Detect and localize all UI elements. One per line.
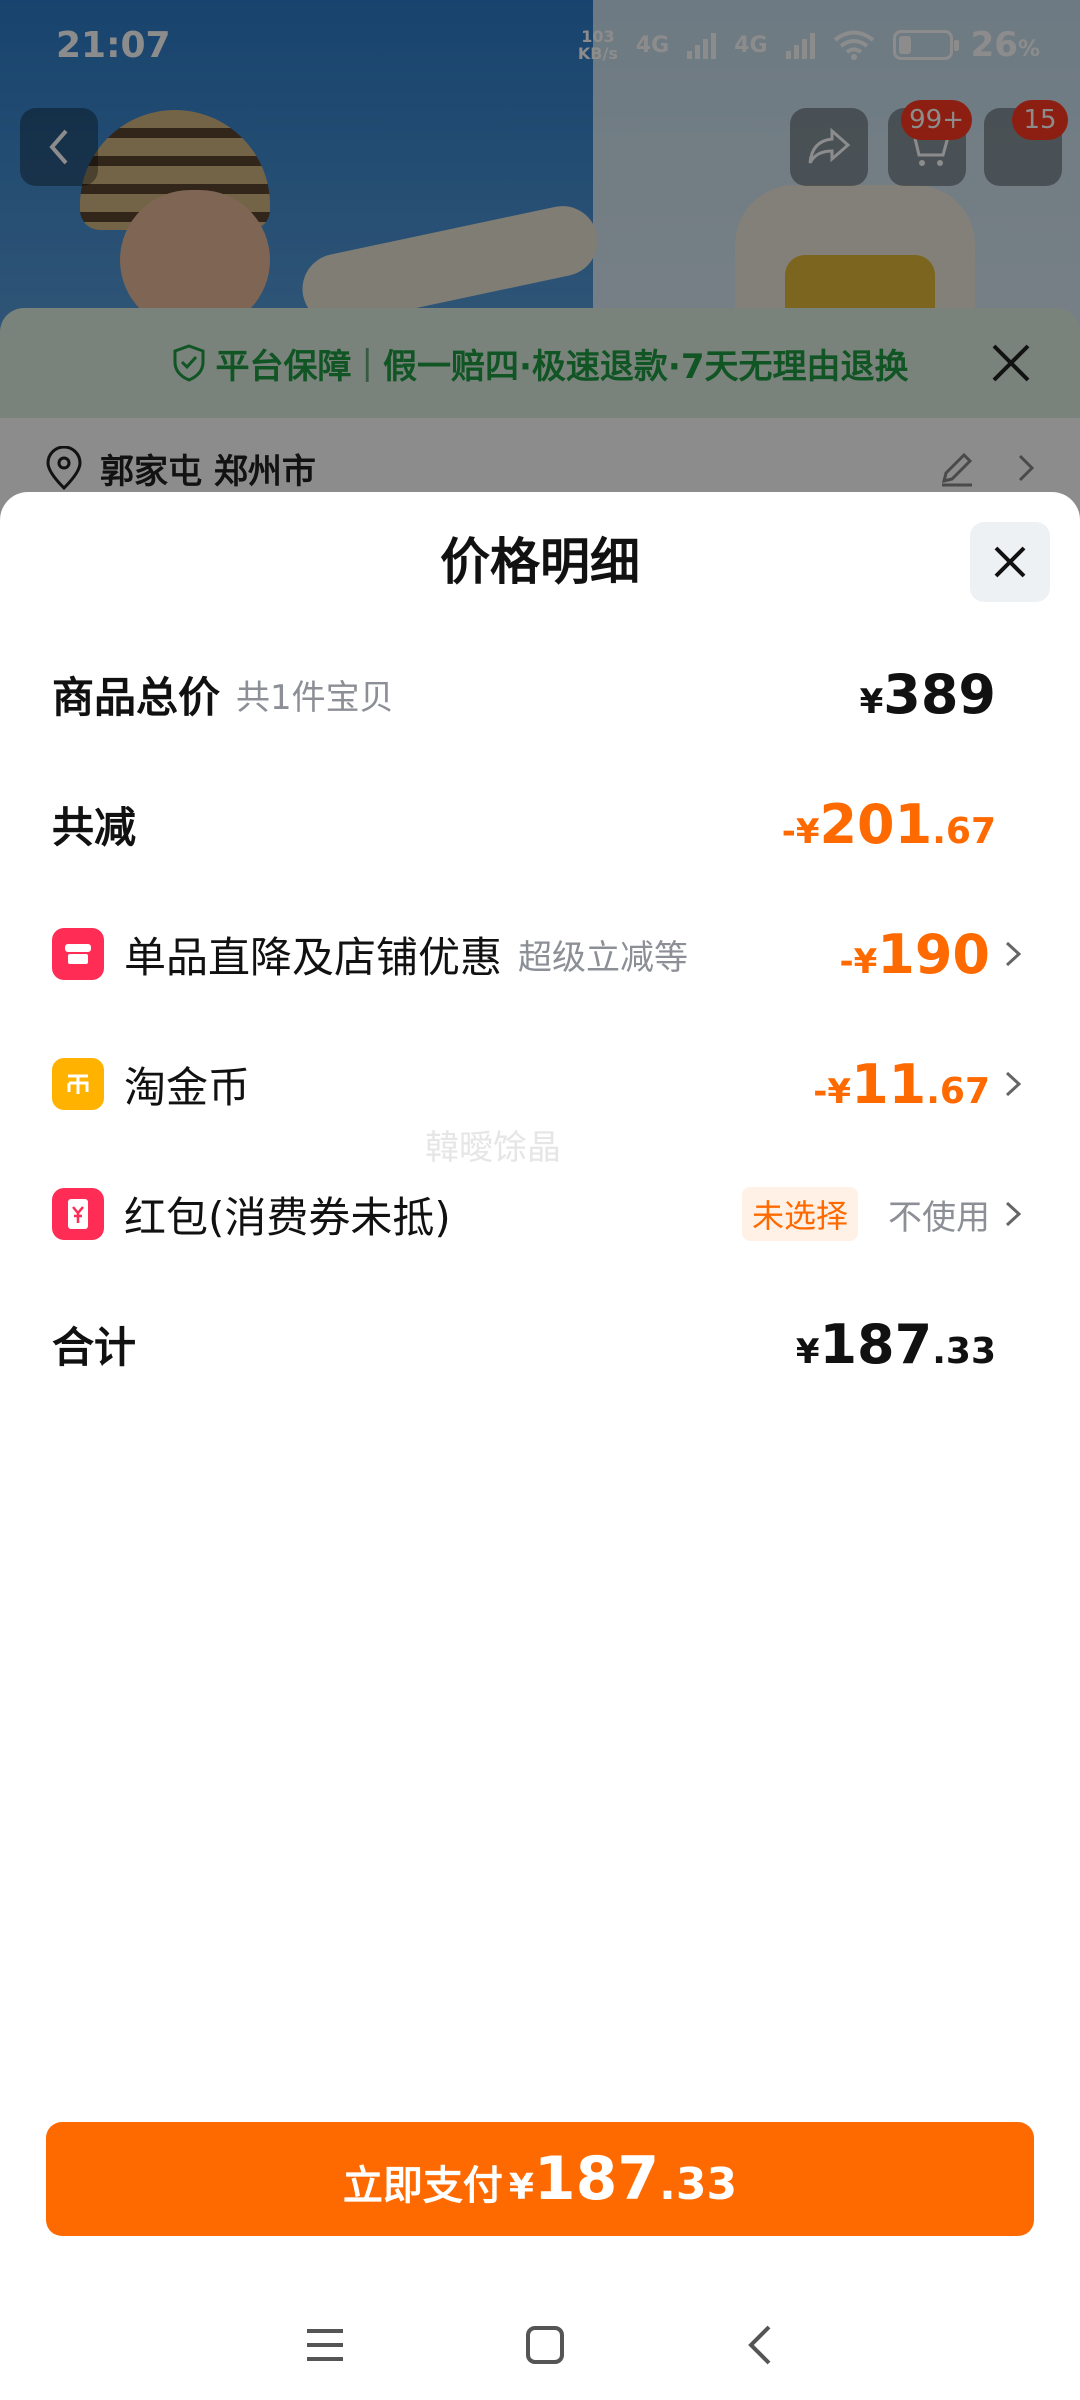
not-selected-tag: 未选择 — [741, 1187, 858, 1241]
discount-sub: 超级立减等 — [518, 937, 689, 978]
redpacket-value: 不使用 — [888, 1197, 990, 1238]
reduction-row: 共减 - ¥201.67 — [52, 784, 1026, 864]
close-button[interactable] — [970, 522, 1050, 602]
close-icon — [994, 546, 1026, 578]
shop-icon — [52, 928, 104, 980]
coin-icon — [52, 1058, 104, 1110]
discount-amount: - ¥190 — [839, 922, 990, 986]
modal-overlay[interactable] — [0, 0, 1080, 520]
discount-label: 单品直降及店铺优惠 — [124, 932, 503, 982]
home-icon[interactable] — [525, 2325, 565, 2365]
coin-amount: - ¥11.67 — [813, 1052, 990, 1116]
chevron-right-icon — [1005, 941, 1022, 967]
watermark: 韓曖馀晶 — [425, 1128, 561, 1168]
discount-row[interactable]: 单品直降及店铺优惠 超级立减等 - ¥190 — [52, 914, 1026, 994]
sum-label: 合计 — [52, 1322, 137, 1372]
item-count: 共1件宝贝 — [236, 677, 394, 718]
redpacket-row[interactable]: 红包(消费券未抵) 未选择 不使用 — [52, 1174, 1026, 1254]
redpacket-label: 红包(消费券未抵) — [124, 1192, 451, 1242]
reduction-amount: - ¥201.67 — [781, 792, 996, 856]
total-label: 商品总价 — [52, 672, 221, 722]
back-icon[interactable] — [745, 2323, 775, 2367]
coin-label: 淘金币 — [124, 1062, 251, 1112]
pay-now-button[interactable]: 立即支付 ¥ 187 .33 — [46, 2122, 1034, 2236]
red-packet-icon — [52, 1188, 104, 1240]
coin-row[interactable]: 淘金币 - ¥11.67 — [52, 1044, 1026, 1124]
chevron-right-icon — [1005, 1201, 1022, 1227]
reduction-label: 共减 — [52, 802, 137, 852]
system-nav-bar — [0, 2290, 1080, 2400]
sum-amount: ¥187.33 — [795, 1312, 996, 1376]
menu-icon[interactable] — [305, 2327, 345, 2363]
total-price-row: 商品总价 共1件宝贝 ¥389 — [52, 654, 1026, 734]
sheet-title: 价格明细 — [440, 533, 640, 591]
sum-row: 合计 ¥187.33 — [52, 1304, 1026, 1384]
chevron-right-icon — [1005, 1071, 1022, 1097]
total-amount: ¥389 — [859, 662, 996, 726]
price-detail-sheet: 价格明细 商品总价 共1件宝贝 ¥389 共减 - ¥201.67 单品直降及店铺… — [0, 492, 1080, 2400]
